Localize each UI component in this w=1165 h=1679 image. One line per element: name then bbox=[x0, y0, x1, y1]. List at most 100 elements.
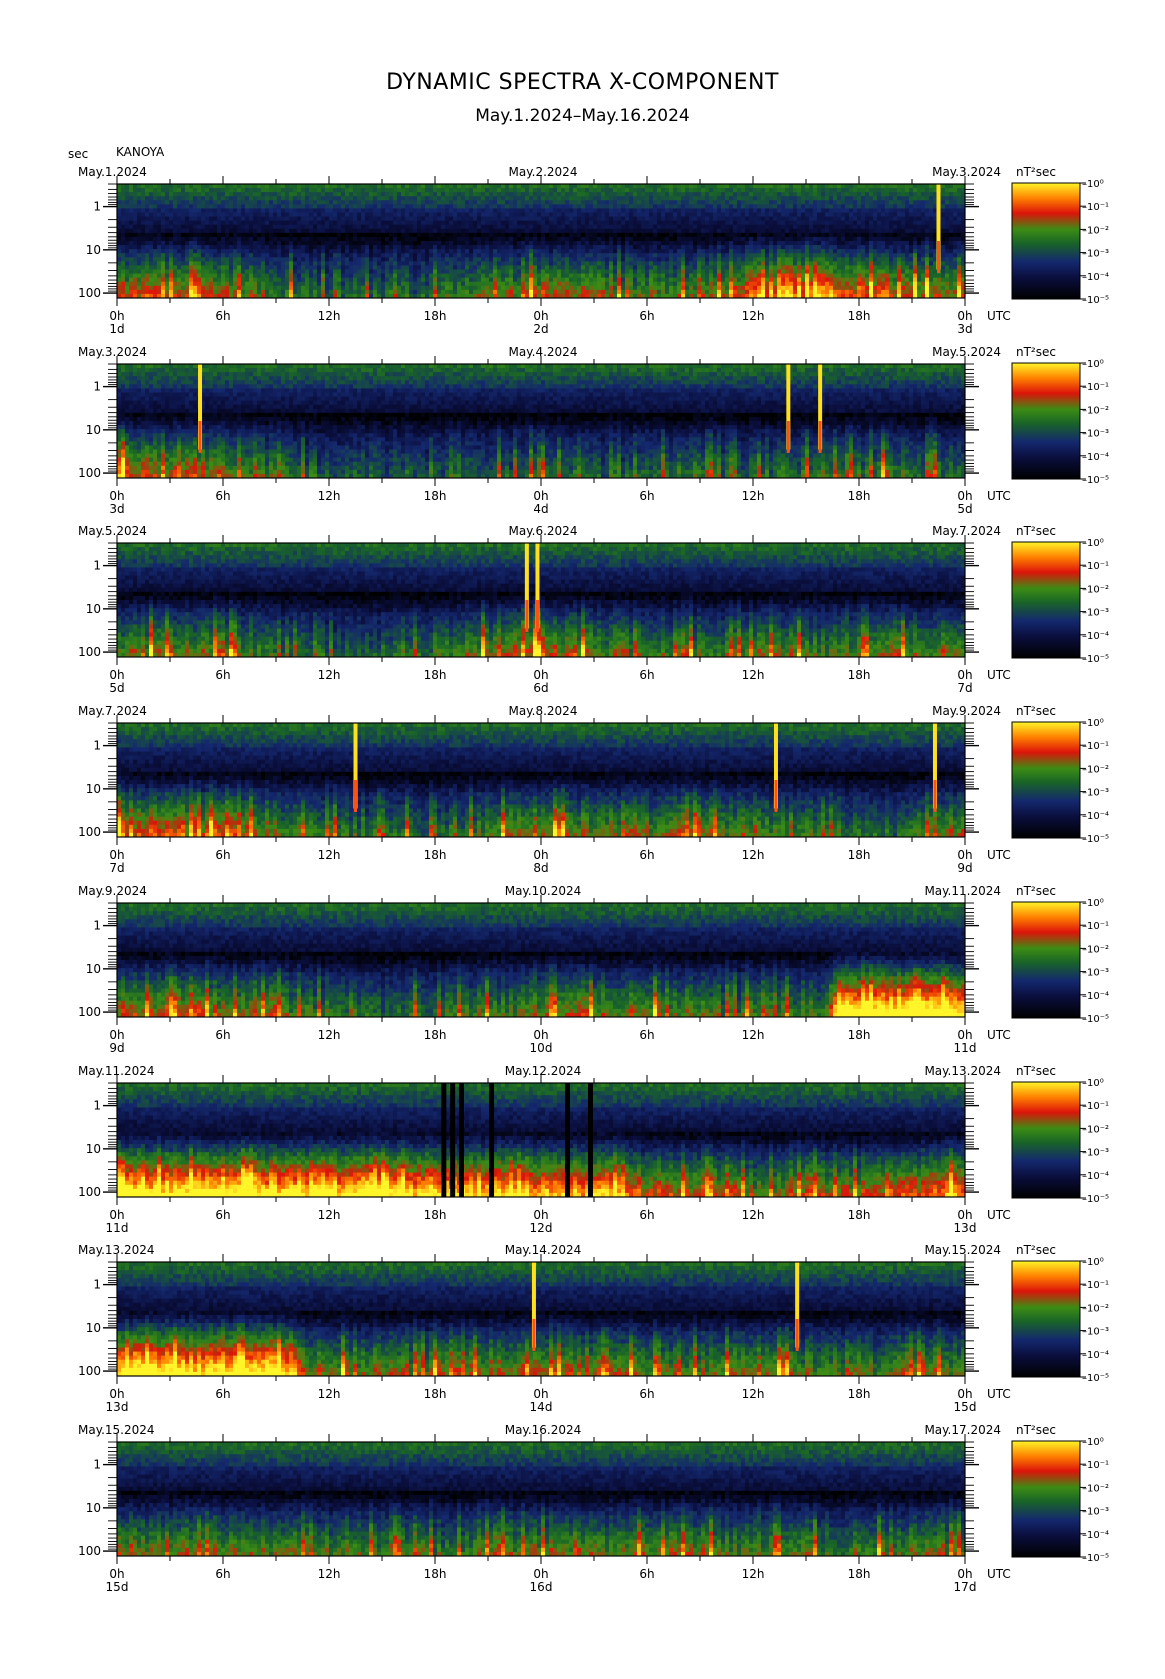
date-label-right: May.15.2024 bbox=[924, 1243, 1001, 1257]
x-tick-label: 6h bbox=[639, 1028, 654, 1042]
date-label-mid: May.4.2024 bbox=[509, 345, 578, 359]
spectrogram-heatmap bbox=[117, 364, 966, 479]
y-tick-label: 10 bbox=[86, 602, 101, 616]
day-label-start: 3d bbox=[109, 502, 124, 516]
x-axis-label: UTC bbox=[987, 1208, 1011, 1222]
day-label-start: 11d bbox=[106, 1221, 129, 1235]
x-tick-label: 0h bbox=[109, 1208, 124, 1222]
colorbar bbox=[1012, 1441, 1080, 1557]
colorbar-tick-label: –10⁻⁴ bbox=[1082, 272, 1109, 283]
date-label-left: May.1.2024 bbox=[78, 165, 147, 179]
date-label-left: May.7.2024 bbox=[78, 704, 147, 718]
x-tick-label: 0h bbox=[957, 1567, 972, 1581]
data-gap bbox=[588, 1083, 593, 1197]
x-tick-label: 12h bbox=[742, 1387, 765, 1401]
colorbar-label: nT²sec bbox=[1016, 524, 1056, 538]
x-tick-label: 12h bbox=[318, 1567, 341, 1581]
x-tick-label: 18h bbox=[848, 668, 871, 682]
colorbar-tick-label: –10⁻¹ bbox=[1082, 741, 1109, 752]
y-tick-label: 100 bbox=[78, 645, 101, 659]
date-label-left: May.13.2024 bbox=[78, 1243, 155, 1257]
y-tick-label: 100 bbox=[78, 1364, 101, 1378]
colorbar-label: nT²sec bbox=[1016, 165, 1056, 179]
colorbar-tick-label: –10⁻³ bbox=[1082, 1507, 1109, 1518]
date-label-left: May.5.2024 bbox=[78, 524, 147, 538]
x-tick-label: 6h bbox=[215, 1208, 230, 1222]
colorbar-tick-label: –10⁻¹ bbox=[1082, 1460, 1109, 1471]
page: DYNAMIC SPECTRA X-COMPONENT May.1.2024–M… bbox=[0, 0, 1165, 1679]
day-label-end: 13d bbox=[954, 1221, 977, 1235]
spectrogram-panel-5: 1101000h 6h 12h 18h 0h 6h 12h 18h 0h UTC9d 10d 11dM… bbox=[78, 884, 1109, 1055]
y-tick-label: 10 bbox=[86, 1142, 101, 1156]
x-tick-label: 0h bbox=[533, 1567, 548, 1581]
x-tick-label: 0h bbox=[109, 1567, 124, 1581]
x-tick-label: 12h bbox=[318, 1028, 341, 1042]
day-label-mid: 4d bbox=[533, 502, 548, 516]
x-tick-label: 0h bbox=[957, 1208, 972, 1222]
x-axis-label: UTC bbox=[987, 489, 1011, 503]
colorbar-tick-label: –10⁻¹ bbox=[1082, 921, 1109, 932]
day-label-mid: 8d bbox=[533, 861, 548, 875]
colorbar bbox=[1012, 363, 1080, 479]
spectra-chart: 1 10 100 0h 6h 12h 18h 0h 6h 12h 18h 0h UTC 1d 2d 3d May… bbox=[0, 0, 1165, 1679]
colorbar-tick-label: –10⁻² bbox=[1082, 764, 1109, 775]
x-tick-label: 0h bbox=[533, 1208, 548, 1222]
colorbar-tick-label: –10⁻³ bbox=[1082, 968, 1109, 979]
spectrogram-heatmap bbox=[117, 184, 966, 299]
day-label-start: 7d bbox=[109, 861, 124, 875]
x-tick-label: 6h bbox=[215, 309, 230, 323]
x-tick-label: 0h bbox=[109, 309, 124, 323]
x-tick-label: 0h bbox=[109, 668, 124, 682]
spectrogram-heatmap bbox=[117, 723, 966, 838]
x-tick-label: 0h bbox=[533, 848, 548, 862]
spectrogram-heatmap bbox=[117, 1442, 966, 1557]
x-tick-label: 6h bbox=[639, 1567, 654, 1581]
colorbar-tick-label: –10⁻⁵ bbox=[1082, 475, 1109, 486]
colorbar-tick-label: –10⁻¹ bbox=[1082, 1280, 1109, 1291]
colorbar-tick-label: –10⁻² bbox=[1082, 225, 1109, 236]
y-tick-label: 10 bbox=[86, 962, 101, 976]
y-tick-label: 10 bbox=[86, 1501, 101, 1515]
x-tick-label: 18h bbox=[848, 1567, 871, 1581]
x-tick-label: 18h bbox=[424, 309, 447, 323]
y-tick-label: 1 bbox=[93, 919, 101, 933]
x-tick-label: 12h bbox=[318, 848, 341, 862]
colorbar-tick-label: –10⁻² bbox=[1082, 1303, 1109, 1314]
x-axis-label: UTC bbox=[987, 848, 1011, 862]
colorbar-tick-label: –10⁻² bbox=[1082, 1124, 1109, 1135]
y-tick-label: 100 bbox=[78, 825, 101, 839]
x-tick-label: 6h bbox=[215, 668, 230, 682]
date-label-mid: May.10.2024 bbox=[505, 884, 582, 898]
x-axis-label: UTC bbox=[987, 309, 1011, 323]
x-tick-label: 18h bbox=[848, 1387, 871, 1401]
x-tick-label: 6h bbox=[215, 1387, 230, 1401]
x-tick-label: 18h bbox=[424, 668, 447, 682]
spectrogram-panel-1: 1101000h 6h 12h 18h 0h 6h 12h 18h 0h UTC1d 2d 3dMay… bbox=[78, 165, 1109, 336]
x-tick-label: 18h bbox=[848, 1208, 871, 1222]
colorbar bbox=[1012, 1261, 1080, 1377]
y-tick-label: 1 bbox=[93, 1099, 101, 1113]
colorbar-tick-label: –10⁰ bbox=[1082, 538, 1104, 549]
day-label-end: 15d bbox=[954, 1400, 977, 1414]
colorbar-label: nT²sec bbox=[1016, 884, 1056, 898]
colorbar-tick-label: –10⁻⁵ bbox=[1082, 834, 1109, 845]
spectrogram-heatmap bbox=[117, 1262, 966, 1377]
colorbar bbox=[1012, 183, 1080, 299]
day-label-end: 11d bbox=[954, 1041, 977, 1055]
day-label-start: 13d bbox=[106, 1400, 129, 1414]
x-tick-label: 0h bbox=[957, 1387, 972, 1401]
colorbar-tick-label: –10⁻⁵ bbox=[1082, 654, 1109, 665]
x-tick-label: 0h bbox=[109, 489, 124, 503]
day-label-end: 7d bbox=[957, 681, 972, 695]
x-tick-label: 18h bbox=[424, 1028, 447, 1042]
date-label-mid: May.8.2024 bbox=[509, 704, 578, 718]
day-label-mid: 2d bbox=[533, 322, 548, 336]
colorbar-tick-label: –10⁻⁵ bbox=[1082, 1553, 1109, 1564]
spectrogram-panel-7: 1101000h 6h 12h 18h 0h 6h 12h 18h 0h UTC13d 14d 15d… bbox=[78, 1243, 1109, 1414]
x-tick-label: 18h bbox=[848, 1028, 871, 1042]
day-label-start: 1d bbox=[109, 322, 124, 336]
x-axis-label: UTC bbox=[987, 1028, 1011, 1042]
date-label-mid: May.2.2024 bbox=[509, 165, 578, 179]
x-axis-label: UTC bbox=[987, 668, 1011, 682]
y-tick-label: 100 bbox=[78, 1544, 101, 1558]
